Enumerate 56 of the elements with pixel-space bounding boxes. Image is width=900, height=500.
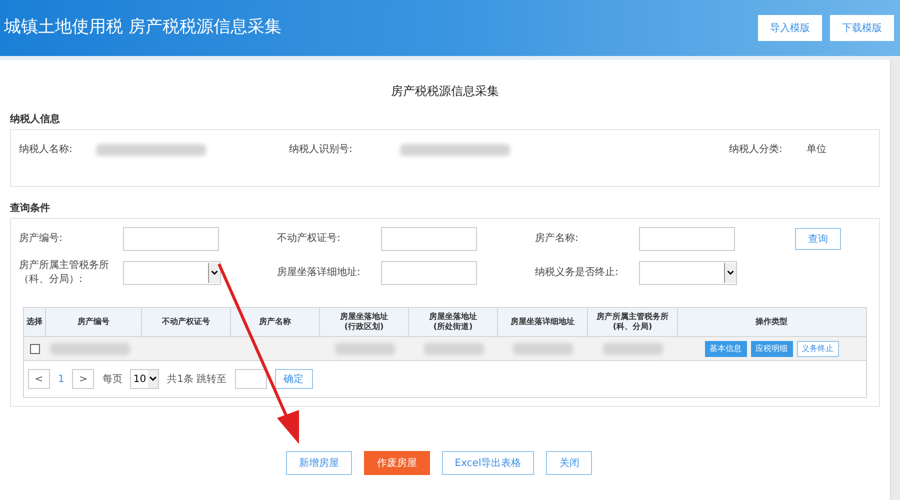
column-header: 房产编号 [46, 308, 142, 336]
dropdown-icon [724, 263, 736, 283]
confirm-button[interactable]: 确定 [274, 369, 313, 389]
search-button[interactable]: 查询 [795, 228, 841, 250]
row-checkbox[interactable] [30, 344, 40, 354]
column-header: 选择 [24, 308, 46, 336]
field-label: 纳税义务是否终止: [535, 266, 620, 280]
dropdown-icon [148, 370, 158, 388]
select-field[interactable] [639, 261, 737, 285]
redacted-block [424, 342, 484, 354]
per-page-select[interactable]: 10 [130, 369, 160, 389]
redacted-block [513, 342, 573, 354]
total-label: 共1条 跳转至 [167, 372, 227, 386]
section-heading: 查询条件 [10, 202, 51, 216]
column-header: 房产所属主管税务所 (科、分局) [588, 308, 678, 336]
field-label: 房产名称: [535, 232, 580, 246]
page-number[interactable]: 1 [58, 372, 64, 386]
column-header: 操作类型 [754, 316, 788, 328]
dropdown-icon [208, 263, 220, 283]
select-field[interactable] [123, 261, 221, 285]
page-title: 房产税税源信息采集 [390, 83, 500, 100]
header-title: 城镇土地使用税 房产税税源信息采集 [4, 16, 282, 40]
field-label: 房屋坐落详细地址: [277, 266, 362, 280]
prev-page-button[interactable]: < [28, 369, 50, 389]
per-page-label: 每页 [102, 372, 122, 386]
field-label: 不动产权证号: [277, 232, 342, 246]
redacted-block [334, 342, 394, 354]
column-header: 房屋坐落详细地址 [498, 308, 588, 336]
field-label: 房产编号: [19, 232, 64, 246]
field-label: 房产所属主管税务所（科、分局）: [19, 259, 110, 287]
field-label: 纳税人分类: [729, 142, 782, 157]
input-field[interactable] [381, 261, 477, 285]
footer-button[interactable]: 新增房屋 [286, 451, 352, 475]
redacted-block [603, 342, 663, 354]
column-header: 房屋坐落地址 (行政区划) [320, 308, 409, 336]
column-header: 房产名称 [231, 308, 320, 336]
scrollbar[interactable] [890, 60, 900, 500]
input-field[interactable] [639, 227, 735, 251]
field-label: 纳税人名称: [19, 142, 72, 157]
action-button[interactable]: 应税明细 [750, 340, 792, 356]
action-button[interactable]: 基本信息 [704, 340, 746, 356]
action-button[interactable]: 义务终止 [796, 340, 838, 356]
footer-button[interactable]: 关闭 [546, 451, 592, 475]
footer-button[interactable]: 作废房屋 [364, 451, 430, 475]
template-button[interactable]: 下载模版 [830, 15, 894, 41]
field-label: 纳税人识别号: [289, 142, 352, 157]
jump-page-field[interactable] [234, 369, 267, 389]
input-field[interactable] [381, 227, 477, 251]
footer-button[interactable]: Excel导出表格 [442, 451, 534, 475]
field-value: 单位 [806, 142, 826, 157]
section-heading: 纳税人信息 [10, 112, 61, 127]
next-page-button[interactable]: > [72, 369, 94, 389]
template-button[interactable]: 导入模版 [758, 15, 822, 41]
column-header: 不动产权证号 [142, 308, 231, 336]
column-header: 房屋坐落地址 (所处街道) [409, 308, 498, 336]
input-field[interactable] [123, 227, 219, 251]
